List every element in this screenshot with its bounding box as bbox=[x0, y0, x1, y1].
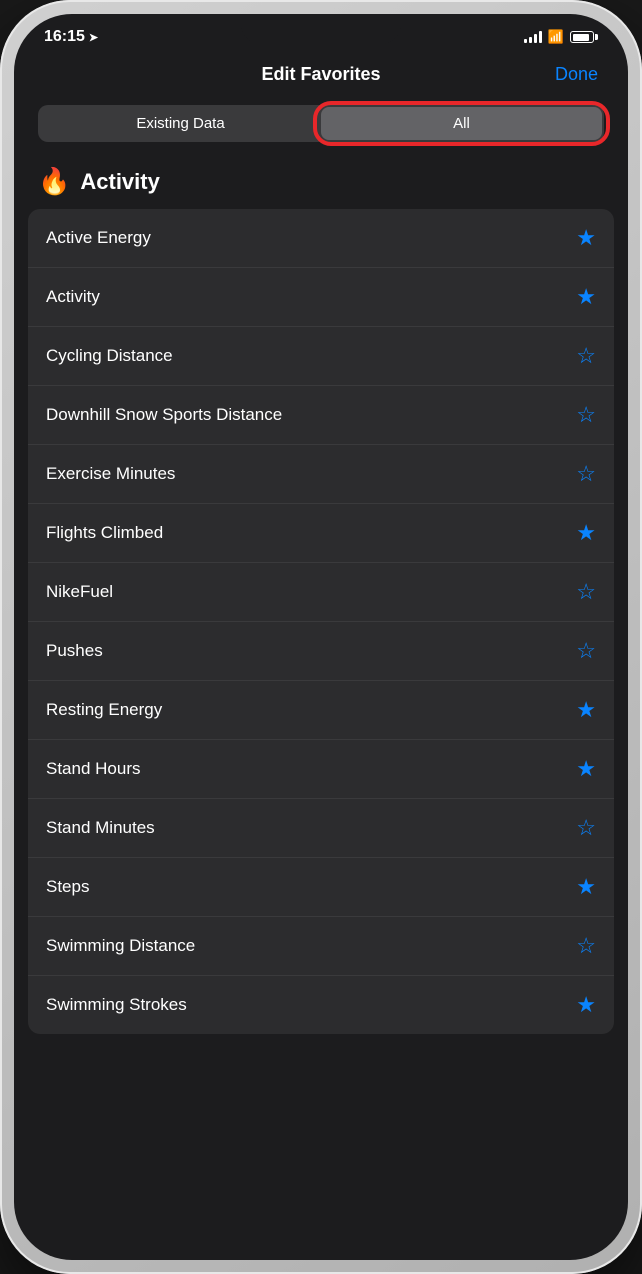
segment-control: Existing Data All bbox=[38, 105, 604, 142]
list-item[interactable]: Cycling Distance ☆ bbox=[28, 327, 614, 386]
segment-existing-data[interactable]: Existing Data bbox=[40, 107, 321, 140]
done-button[interactable]: Done bbox=[555, 64, 598, 85]
favorite-star-icon[interactable]: ★ bbox=[576, 992, 596, 1018]
flame-icon: 🔥 bbox=[38, 166, 70, 197]
list-item[interactable]: Stand Hours ★ bbox=[28, 740, 614, 799]
phone-device: 16:15 ➤ 📶 Edit bbox=[0, 0, 642, 1274]
list-item[interactable]: Active Energy ★ bbox=[28, 209, 614, 268]
wifi-icon: 📶 bbox=[548, 29, 564, 45]
list-item[interactable]: Swimming Distance ☆ bbox=[28, 917, 614, 976]
item-label: Stand Minutes bbox=[46, 818, 155, 838]
favorite-star-icon[interactable]: ★ bbox=[576, 284, 596, 310]
page-title: Edit Favorites bbox=[261, 64, 380, 85]
status-time: 16:15 bbox=[44, 28, 85, 46]
list-item[interactable]: Pushes ☆ bbox=[28, 622, 614, 681]
favorite-star-icon[interactable]: ☆ bbox=[576, 461, 596, 487]
item-label: Downhill Snow Sports Distance bbox=[46, 405, 282, 425]
item-label: Pushes bbox=[46, 641, 103, 661]
favorite-star-icon[interactable]: ★ bbox=[576, 874, 596, 900]
list-item[interactable]: Stand Minutes ☆ bbox=[28, 799, 614, 858]
navigation-bar: Edit Favorites Done bbox=[14, 54, 628, 97]
activity-list: Active Energy ★ Activity ★ Cycling Distance ☆… bbox=[28, 209, 614, 1034]
item-label: Stand Hours bbox=[46, 759, 141, 779]
item-label: Steps bbox=[46, 877, 89, 897]
item-label: NikeFuel bbox=[46, 582, 113, 602]
status-icons: 📶 bbox=[524, 29, 598, 45]
favorite-star-icon[interactable]: ☆ bbox=[576, 402, 596, 428]
phone-screen: 16:15 ➤ 📶 Edit bbox=[14, 14, 628, 1260]
segment-container: Existing Data All bbox=[14, 97, 628, 156]
list-item[interactable]: Exercise Minutes ☆ bbox=[28, 445, 614, 504]
activity-section-header: 🔥 Activity bbox=[14, 156, 628, 203]
favorite-star-icon[interactable]: ★ bbox=[576, 697, 596, 723]
list-item[interactable]: Steps ★ bbox=[28, 858, 614, 917]
favorite-star-icon[interactable]: ☆ bbox=[576, 815, 596, 841]
item-label: Exercise Minutes bbox=[46, 464, 175, 484]
list-item[interactable]: Resting Energy ★ bbox=[28, 681, 614, 740]
favorite-star-icon[interactable]: ☆ bbox=[576, 343, 596, 369]
item-label: Swimming Strokes bbox=[46, 995, 187, 1015]
favorite-star-icon[interactable]: ★ bbox=[576, 520, 596, 546]
list-item[interactable]: Swimming Strokes ★ bbox=[28, 976, 614, 1034]
signal-icon bbox=[524, 31, 542, 43]
list-item[interactable]: Flights Climbed ★ bbox=[28, 504, 614, 563]
favorite-star-icon[interactable]: ★ bbox=[576, 756, 596, 782]
list-item[interactable]: Downhill Snow Sports Distance ☆ bbox=[28, 386, 614, 445]
location-arrow-icon: ➤ bbox=[89, 31, 98, 44]
section-title: Activity bbox=[80, 169, 159, 195]
battery-icon bbox=[570, 31, 598, 43]
favorite-star-icon[interactable]: ☆ bbox=[576, 638, 596, 664]
item-label: Activity bbox=[46, 287, 100, 307]
item-label: Swimming Distance bbox=[46, 936, 195, 956]
item-label: Flights Climbed bbox=[46, 523, 163, 543]
list-item[interactable]: NikeFuel ☆ bbox=[28, 563, 614, 622]
favorite-star-icon[interactable]: ☆ bbox=[576, 579, 596, 605]
item-label: Cycling Distance bbox=[46, 346, 173, 366]
favorite-star-icon[interactable]: ☆ bbox=[576, 933, 596, 959]
list-item[interactable]: Activity ★ bbox=[28, 268, 614, 327]
favorite-star-icon[interactable]: ★ bbox=[576, 225, 596, 251]
item-label: Resting Energy bbox=[46, 700, 162, 720]
item-label: Active Energy bbox=[46, 228, 151, 248]
notch bbox=[241, 14, 401, 44]
segment-all[interactable]: All bbox=[321, 107, 602, 140]
